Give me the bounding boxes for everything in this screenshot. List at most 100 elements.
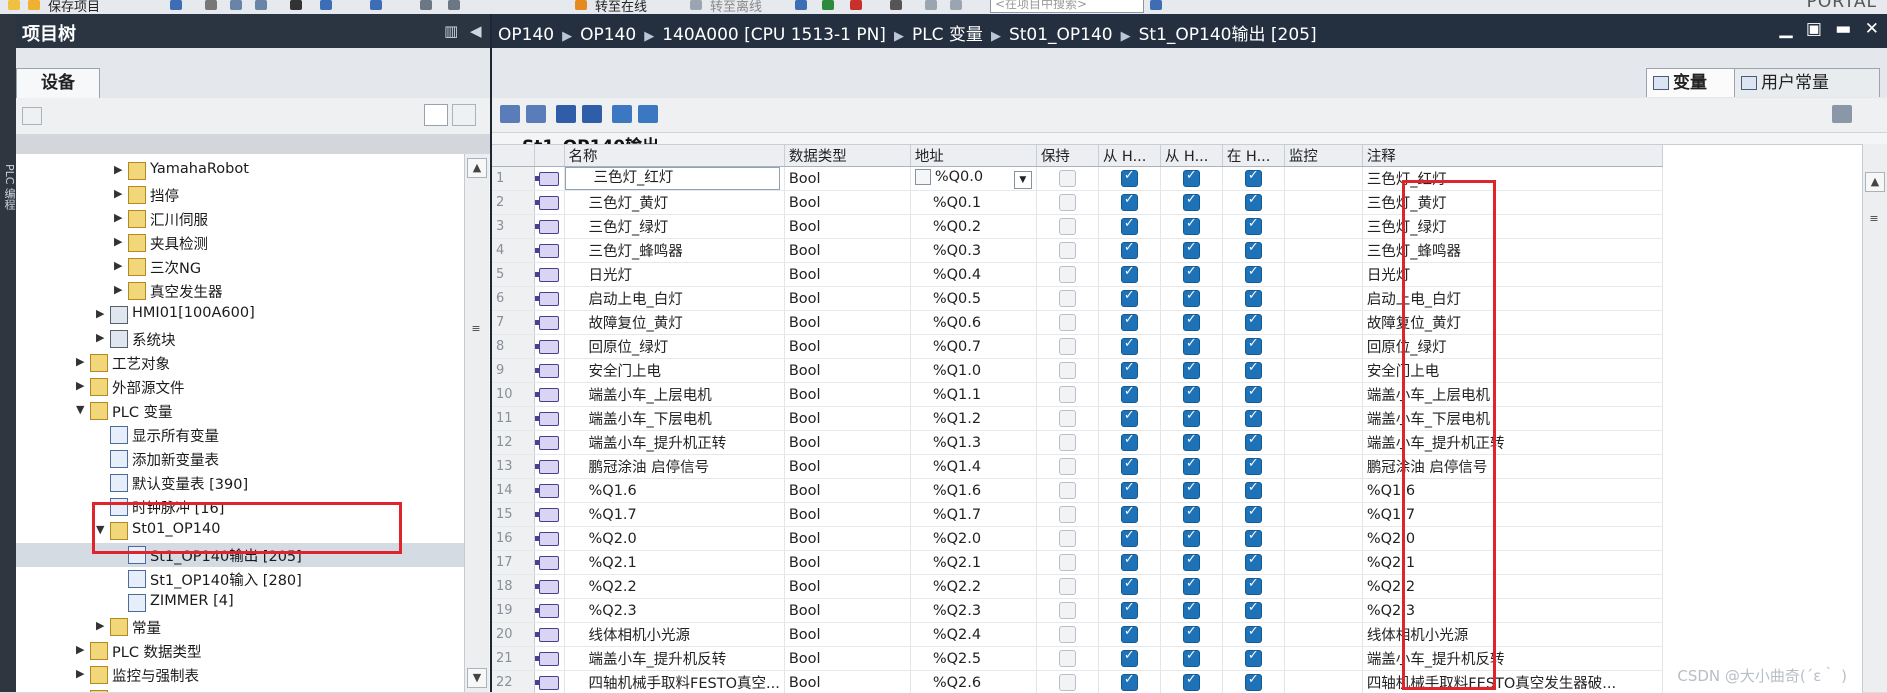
go-online-button[interactable]: 转至在线	[595, 0, 647, 15]
grid-scroll-grip-icon[interactable]: ≡	[1865, 204, 1883, 234]
tab-devices[interactable]: 设备	[16, 68, 100, 99]
retain-checkbox[interactable]	[1059, 314, 1076, 331]
retain-checkbox[interactable]	[1059, 674, 1076, 691]
accessible-from-hmi-checkbox[interactable]	[1121, 266, 1138, 283]
data-type-cell[interactable]: Bool	[784, 575, 910, 599]
expand-right-icon[interactable]: ▶	[96, 307, 104, 320]
writable-from-hmi-checkbox[interactable]	[1183, 194, 1200, 211]
table-row[interactable]: 22四轴机械手取料FESTO真空...Bool%Q2.6四轴机械手取料FESTO…	[492, 671, 1662, 693]
paste-icon[interactable]	[255, 0, 267, 10]
column-header[interactable]: 注释	[1362, 145, 1662, 167]
comment-cell[interactable]: 三色灯_红灯	[1362, 167, 1662, 191]
accessible-from-hmi-cell[interactable]	[1098, 503, 1160, 527]
visible-in-hmi-checkbox[interactable]	[1245, 218, 1262, 235]
writable-from-hmi-checkbox[interactable]	[1183, 290, 1200, 307]
data-type-cell[interactable]: Bool	[784, 623, 910, 647]
delete-icon[interactable]	[290, 0, 302, 10]
writable-from-hmi-cell[interactable]	[1160, 647, 1222, 671]
writable-from-hmi-cell[interactable]	[1160, 575, 1222, 599]
address-cell[interactable]: %Q1.6	[910, 479, 1036, 503]
table-row[interactable]: 4三色灯_蜂鸣器Bool%Q0.3三色灯_蜂鸣器	[492, 239, 1662, 263]
retain-cell[interactable]	[1036, 671, 1098, 693]
tree-item-selected[interactable]: St1_OP140输出 [205]	[16, 543, 464, 567]
table-row[interactable]: 14%Q1.6Bool%Q1.6%Q1.6	[492, 479, 1662, 503]
table-row[interactable]: 13鹏冠涂油 启停信号Bool%Q1.4鹏冠涂油 启停信号	[492, 455, 1662, 479]
writable-from-hmi-checkbox[interactable]	[1183, 506, 1200, 523]
retain-cell[interactable]	[1036, 551, 1098, 575]
expand-right-icon[interactable]: ▶	[76, 643, 84, 656]
address-cell[interactable]: %Q1.4	[910, 455, 1036, 479]
split-editor-icon[interactable]	[925, 0, 937, 10]
tag-name-cell[interactable]: 三色灯_蜂鸣器	[564, 239, 784, 263]
tag-name-cell[interactable]: 三色灯_绿灯	[564, 215, 784, 239]
project-tree-scrollbar[interactable]: ▲ ≡ ▼	[464, 154, 489, 692]
writable-from-hmi-checkbox[interactable]	[1183, 578, 1200, 595]
table-row[interactable]: 8回原位_绿灯Bool%Q0.7回原位_绿灯	[492, 335, 1662, 359]
tree-item[interactable]: ▶常量	[16, 615, 464, 639]
writable-from-hmi-cell[interactable]	[1160, 167, 1222, 191]
list-view-icon[interactable]	[424, 104, 448, 126]
data-type-cell[interactable]: Bool	[784, 551, 910, 575]
retain-checkbox[interactable]	[1059, 506, 1076, 523]
tag-name-cell[interactable]: 三色灯_红灯	[564, 167, 784, 191]
cut-icon[interactable]	[205, 0, 217, 10]
visible-in-hmi-checkbox[interactable]	[1245, 506, 1262, 523]
accessible-from-hmi-checkbox[interactable]	[1121, 506, 1138, 523]
accessible-from-hmi-cell[interactable]	[1098, 479, 1160, 503]
expand-right-icon[interactable]: ▶	[76, 667, 84, 680]
expand-right-icon[interactable]: ▶	[114, 211, 122, 224]
comment-cell[interactable]: 线体相机小光源	[1362, 623, 1662, 647]
comment-cell[interactable]: 三色灯_黄灯	[1362, 191, 1662, 215]
accessible-from-hmi-checkbox[interactable]	[1121, 338, 1138, 355]
import-icon[interactable]	[582, 105, 602, 123]
columns-icon[interactable]	[638, 105, 658, 123]
accessible-from-hmi-checkbox[interactable]	[1121, 362, 1138, 379]
comment-cell[interactable]: 日光灯	[1362, 263, 1662, 287]
address-picker-icon[interactable]	[915, 169, 931, 185]
tag-name-cell[interactable]: 线体相机小光源	[564, 623, 784, 647]
redo-icon[interactable]	[370, 0, 382, 10]
breadcrumb-item[interactable]: PLC 变量	[912, 25, 983, 45]
breadcrumb-item[interactable]: 140A000 [CPU 1513-1 PN]	[662, 25, 886, 45]
tag-name-cell[interactable]: %Q1.7	[564, 503, 784, 527]
tag-name-cell[interactable]: 端盖小车_提升机正转	[564, 431, 784, 455]
retain-cell[interactable]	[1036, 479, 1098, 503]
data-type-cell[interactable]: Bool	[784, 431, 910, 455]
writable-from-hmi-checkbox[interactable]	[1183, 530, 1200, 547]
retain-cell[interactable]	[1036, 263, 1098, 287]
visible-in-hmi-cell[interactable]	[1222, 551, 1284, 575]
column-header[interactable]: 从 H...	[1160, 145, 1222, 167]
visible-in-hmi-checkbox[interactable]	[1245, 410, 1262, 427]
tag-name-cell[interactable]: 端盖小车_提升机反转	[564, 647, 784, 671]
data-type-cell[interactable]: Bool	[784, 455, 910, 479]
writable-from-hmi-checkbox[interactable]	[1183, 458, 1200, 475]
visible-in-hmi-checkbox[interactable]	[1245, 578, 1262, 595]
retain-cell[interactable]	[1036, 383, 1098, 407]
table-row[interactable]: 11端盖小车_下层电机Bool%Q1.2端盖小车_下层电机	[492, 407, 1662, 431]
writable-from-hmi-checkbox[interactable]	[1183, 626, 1200, 643]
address-cell[interactable]: %Q0.7	[910, 335, 1036, 359]
scroll-up-button[interactable]: ▲	[467, 158, 487, 178]
breadcrumb-item[interactable]: OP140	[498, 25, 554, 45]
data-type-cell[interactable]: Bool	[784, 191, 910, 215]
accessible-from-hmi-checkbox[interactable]	[1121, 578, 1138, 595]
column-header[interactable]	[534, 145, 564, 167]
visible-in-hmi-cell[interactable]	[1222, 647, 1284, 671]
visible-in-hmi-checkbox[interactable]	[1245, 530, 1262, 547]
comment-cell[interactable]: 四轴机械手取料FESTO真空发生器破...	[1362, 671, 1662, 693]
visible-in-hmi-checkbox[interactable]	[1245, 650, 1262, 667]
retain-checkbox[interactable]	[1059, 410, 1076, 427]
retain-cell[interactable]	[1036, 623, 1098, 647]
address-cell[interactable]: %Q0.5	[910, 287, 1036, 311]
retain-checkbox[interactable]	[1059, 218, 1076, 235]
retain-checkbox[interactable]	[1059, 554, 1076, 571]
table-row[interactable]: 16%Q2.0Bool%Q2.0%Q2.0	[492, 527, 1662, 551]
tree-item[interactable]: ▶系统块	[16, 327, 464, 351]
tag-name-cell[interactable]: 鹏冠涂油 启停信号	[564, 455, 784, 479]
retain-checkbox[interactable]	[1059, 482, 1076, 499]
writable-from-hmi-cell[interactable]	[1160, 287, 1222, 311]
writable-from-hmi-cell[interactable]	[1160, 311, 1222, 335]
accessible-from-hmi-cell[interactable]	[1098, 311, 1160, 335]
tag-name-cell[interactable]: 故障复位_黄灯	[564, 311, 784, 335]
table-row[interactable]: 19%Q2.3Bool%Q2.3%Q2.3	[492, 599, 1662, 623]
